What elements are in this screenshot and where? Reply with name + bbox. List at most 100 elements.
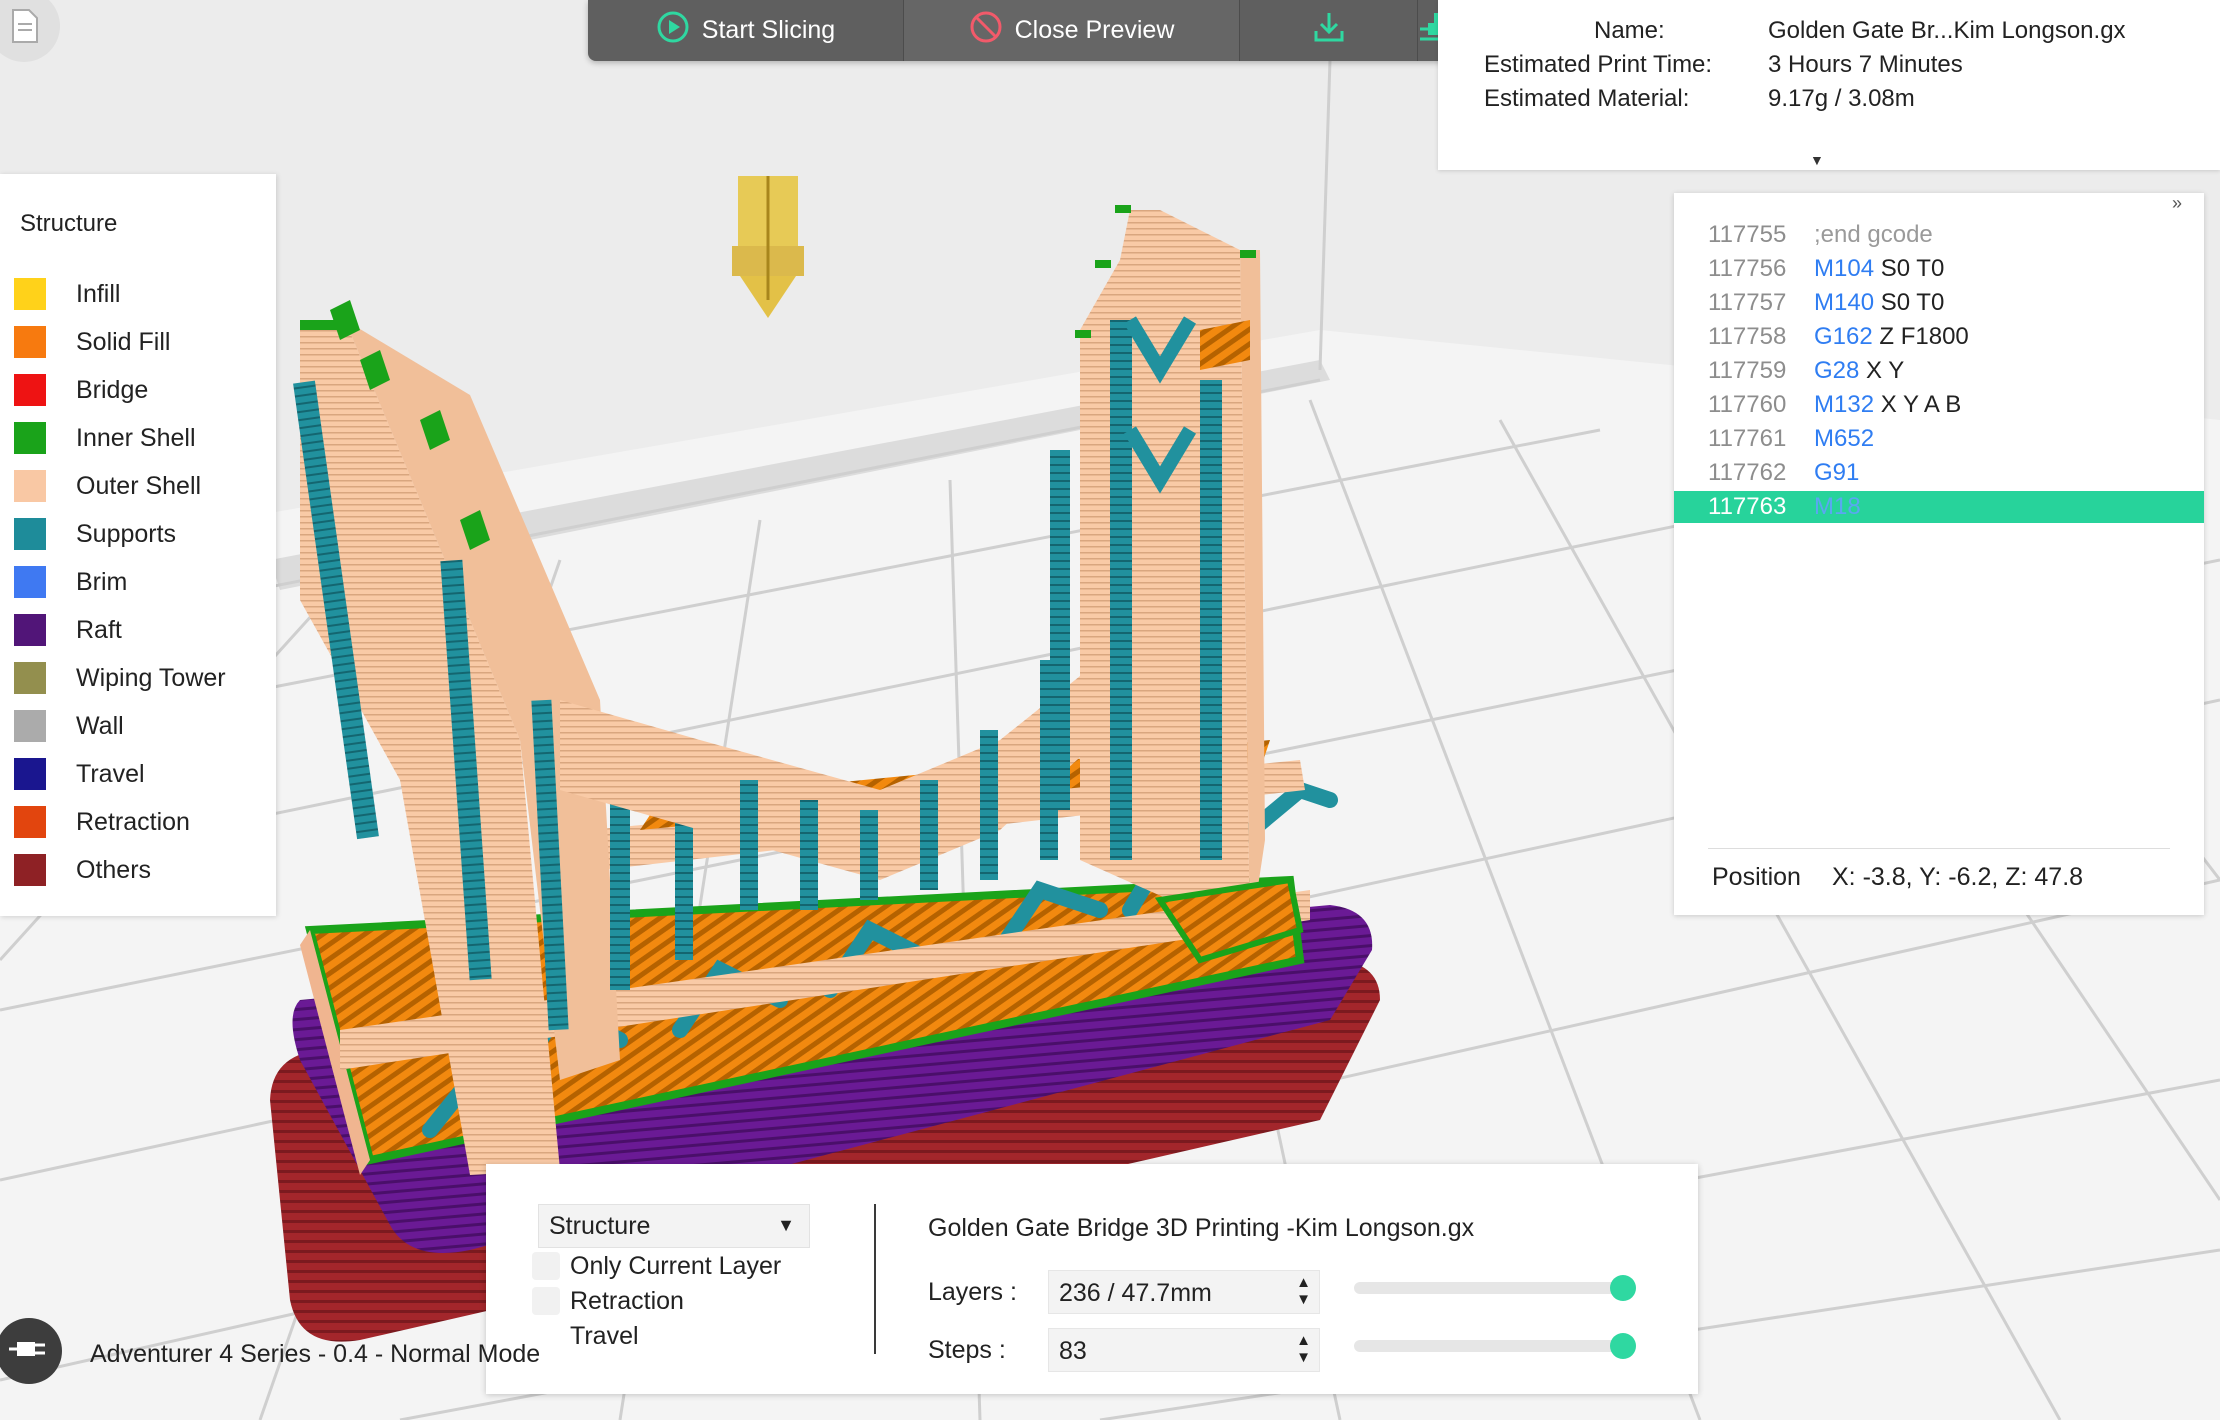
layers-slider-handle[interactable] <box>1610 1275 1636 1301</box>
only-current-layer-checkbox[interactable]: Only Current Layer <box>532 1252 781 1280</box>
legend-swatch <box>14 614 46 646</box>
retraction-checkbox[interactable]: Retraction <box>532 1287 684 1315</box>
stepper-arrows-icon[interactable]: ▲ ▼ <box>1296 1274 1311 1308</box>
legend-swatch <box>14 662 46 694</box>
gcode-code: M140 <box>1814 289 1875 316</box>
gcode-code: M132 <box>1814 391 1875 418</box>
layers-label: Layers : <box>928 1278 1017 1306</box>
close-preview-label: Close Preview <box>1014 16 1175 44</box>
gcode-line-number: 117755 <box>1708 221 1787 248</box>
checkbox-label: Only Current Layer <box>570 1251 782 1280</box>
printer-status: Adventurer 4 Series - 0.4 - Normal Mode <box>90 1340 541 1368</box>
expand-panel-icon[interactable]: » <box>2172 193 2182 214</box>
gcode-line[interactable]: 117756 M104 S0 T0 <box>1674 253 2204 285</box>
gcode-line[interactable]: 117757 M140 S0 T0 <box>1674 287 2204 319</box>
download-icon <box>1311 9 1347 52</box>
export-button[interactable] <box>1240 0 1418 61</box>
print-info-panel: Name: Golden Gate Br...Kim Longson.gx Es… <box>1438 0 2220 170</box>
gcode-line[interactable]: 117759 G28 X Y <box>1674 355 2204 387</box>
legend-swatch <box>14 374 46 406</box>
legend-swatch <box>14 470 46 502</box>
legend-label: Bridge <box>76 375 149 404</box>
name-value: Golden Gate Br...Kim Longson.gx <box>1768 17 2126 44</box>
checkbox-box[interactable] <box>532 1287 560 1315</box>
legend-label: Wall <box>76 711 124 740</box>
legend-label: Supports <box>76 519 177 548</box>
legend-label: Others <box>76 855 152 884</box>
checkbox-label: Retraction <box>570 1286 684 1315</box>
gcode-code: G162 <box>1814 323 1873 350</box>
legend-item: Others <box>14 854 151 886</box>
gcode-line-number: 117756 <box>1708 255 1787 282</box>
material-label: Estimated Material: <box>1484 85 1690 112</box>
gcode-line-number: 117763 <box>1708 493 1787 520</box>
travel-checkbox[interactable]: Travel <box>532 1322 639 1350</box>
gcode-code: M104 <box>1814 255 1875 282</box>
gcode-line[interactable]: 117761 M652 <box>1674 423 2204 455</box>
steps-value: 83 <box>1059 1337 1087 1365</box>
legend-item: Brim <box>14 566 127 598</box>
gcode-line-number: 117762 <box>1708 459 1787 486</box>
preview-controls-panel: Structure ▼ Only Current Layer Retractio… <box>486 1164 1698 1394</box>
legend-swatch <box>14 518 46 550</box>
plug-icon <box>9 1332 49 1371</box>
divider <box>874 1204 876 1354</box>
checkbox-label: Travel <box>570 1321 639 1350</box>
steps-slider-handle[interactable] <box>1610 1333 1636 1359</box>
gcode-code: M18 <box>1814 493 1861 520</box>
steps-slider[interactable] <box>1354 1333 1636 1359</box>
gcode-line-number: 117758 <box>1708 323 1787 350</box>
gcode-line-number: 117757 <box>1708 289 1787 316</box>
legend-label: Brim <box>76 567 128 596</box>
gcode-code: G28 <box>1814 357 1860 384</box>
gcode-line[interactable]: 117758 G162 Z F1800 <box>1674 321 2204 353</box>
legend-label: Retraction <box>76 807 190 836</box>
gcode-line[interactable]: 117763 M18 <box>1674 491 2204 523</box>
steps-label: Steps : <box>928 1336 1006 1364</box>
legend-swatch <box>14 710 46 742</box>
legend-label: Outer Shell <box>76 471 202 500</box>
legend-title: Structure <box>20 210 118 237</box>
legend-label: Infill <box>76 279 121 308</box>
gcode-command: M140 S0 T0 <box>1814 287 1944 319</box>
time-label: Estimated Print Time: <box>1484 51 1713 78</box>
gcode-command: M18 <box>1814 491 1861 523</box>
gcode-line[interactable]: 117755 ;end gcode <box>1674 219 2204 251</box>
layers-spinbox[interactable]: 236 / 47.7mm ▲ ▼ <box>1048 1270 1320 1314</box>
gcode-args: ;end gcode <box>1814 221 1933 248</box>
collapse-caret-icon[interactable]: ▼ <box>1810 152 1824 168</box>
gcode-code: M652 <box>1814 425 1875 452</box>
position-value: X: -3.8, Y: -6.2, Z: 47.8 <box>1832 863 2084 891</box>
legend-item: Retraction <box>14 806 190 838</box>
checkbox-box[interactable] <box>532 1252 560 1280</box>
legend-item: Travel <box>14 758 145 790</box>
legend-item: Supports <box>14 518 176 550</box>
material-value: 9.17g / 3.08m <box>1768 85 1915 112</box>
structure-legend: Structure Infill Solid Fill Bridge Inner Sh… <box>0 174 276 916</box>
gcode-line[interactable]: 117762 G91 <box>1674 457 2204 489</box>
start-slicing-button[interactable]: Start Slicing <box>588 0 904 61</box>
gcode-args: S0 T0 <box>1874 255 1945 282</box>
close-preview-button[interactable]: Close Preview <box>904 0 1240 61</box>
gcode-code: G91 <box>1814 459 1860 486</box>
steps-spinbox[interactable]: 83 ▲ ▼ <box>1048 1328 1320 1372</box>
gcode-command: M652 <box>1814 423 1874 455</box>
layers-slider[interactable] <box>1354 1275 1636 1301</box>
legend-item: Wall <box>14 710 124 742</box>
legend-item: Inner Shell <box>14 422 196 454</box>
gcode-line-number: 117761 <box>1708 425 1787 452</box>
stepper-arrows-icon[interactable]: ▲ ▼ <box>1296 1332 1311 1366</box>
legend-item: Solid Fill <box>14 326 170 358</box>
gcode-line[interactable]: 117760 M132 X Y A B <box>1674 389 2204 421</box>
chevron-down-icon: ▼ <box>777 1215 795 1235</box>
gcode-line-number: 117759 <box>1708 357 1787 384</box>
gcode-args: X Y A B <box>1874 391 1962 418</box>
legend-label: Wiping Tower <box>76 663 226 692</box>
view-mode-select[interactable]: Structure ▼ <box>538 1204 810 1248</box>
name-label: Name: <box>1594 17 1665 44</box>
start-slicing-label: Start Slicing <box>701 16 836 44</box>
legend-item: Bridge <box>14 374 148 406</box>
time-value: 3 Hours 7 Minutes <box>1768 51 1963 78</box>
position-label: Position <box>1712 863 1801 891</box>
gcode-command: M132 X Y A B <box>1814 389 1961 421</box>
